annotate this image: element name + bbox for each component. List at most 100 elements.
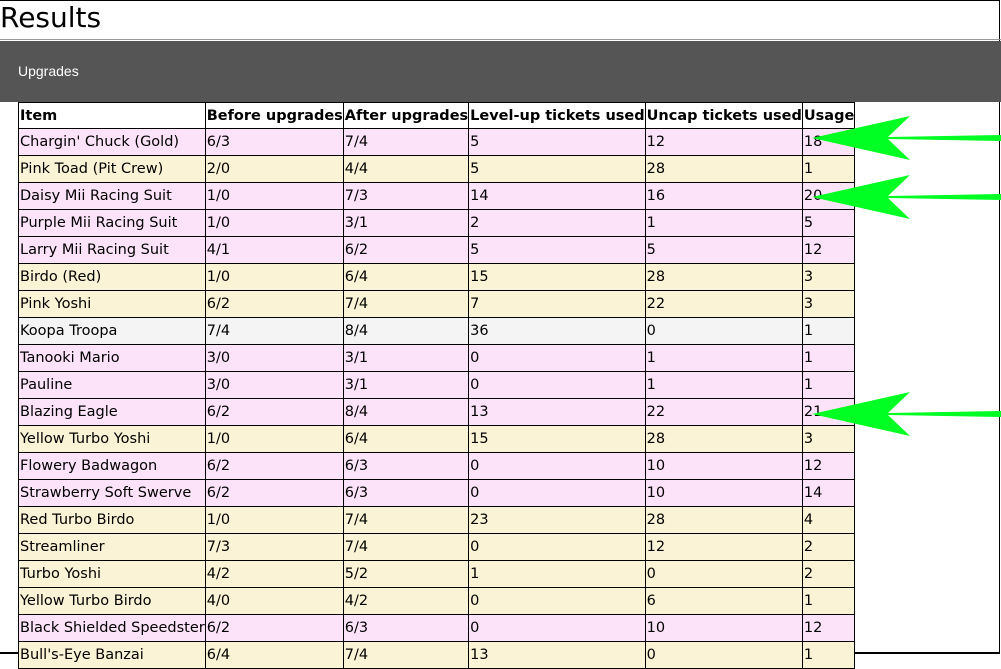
- table-row: Birdo (Red) 1/0 6/4 15 28 3: [18, 263, 856, 291]
- left-arrow-icon: [812, 392, 1001, 436]
- cell-uncap: 6: [644, 587, 803, 615]
- cell-before: 6/3: [204, 128, 344, 156]
- header-level-up-tickets: Level-up tickets used: [468, 102, 646, 129]
- cell-levelup: 0: [468, 479, 646, 507]
- cell-after: 3/1: [342, 344, 470, 372]
- cell-after: 7/4: [342, 506, 470, 534]
- cell-usage: 2: [801, 533, 856, 561]
- cell-before: 1/0: [204, 182, 344, 210]
- table-row: Pauline 3/0 3/1 0 1 1: [18, 371, 856, 399]
- cell-uncap: 1: [644, 344, 803, 372]
- cell-after: 6/4: [342, 425, 470, 453]
- cell-before: 6/2: [204, 479, 344, 507]
- cell-uncap: 28: [644, 155, 803, 183]
- cell-item: Larry Mii Racing Suit: [18, 236, 206, 264]
- table-row: Koopa Troopa 7/4 8/4 36 0 1: [18, 317, 856, 345]
- cell-item: Daisy Mii Racing Suit: [18, 182, 206, 210]
- cell-before: 1/0: [204, 209, 344, 237]
- table-row: Larry Mii Racing Suit 4/1 6/2 5 5 12: [18, 236, 856, 264]
- cell-levelup: 0: [468, 533, 646, 561]
- cell-levelup: 0: [468, 587, 646, 615]
- cell-item: Yellow Turbo Yoshi: [18, 425, 206, 453]
- cell-levelup: 7: [468, 290, 646, 318]
- cell-after: 3/1: [342, 371, 470, 399]
- table-row: Bull's-Eye Banzai 6/4 7/4 13 0 1: [18, 641, 856, 669]
- cell-item: Streamliner: [18, 533, 206, 561]
- cell-uncap: 1: [644, 209, 803, 237]
- cell-before: 1/0: [204, 425, 344, 453]
- table-row: Chargin' Chuck (Gold) 6/3 7/4 5 12 18: [18, 128, 856, 156]
- table-row: Tanooki Mario 3/0 3/1 0 1 1: [18, 344, 856, 372]
- cell-item: Tanooki Mario: [18, 344, 206, 372]
- table-row: Streamliner 7/3 7/4 0 12 2: [18, 533, 856, 561]
- cell-after: 3/1: [342, 209, 470, 237]
- cell-item: Black Shielded Speedster: [18, 614, 206, 642]
- cell-levelup: 1: [468, 560, 646, 588]
- cell-before: 7/3: [204, 533, 344, 561]
- cell-after: 6/3: [342, 614, 470, 642]
- cell-before: 1/0: [204, 263, 344, 291]
- cell-item: Bull's-Eye Banzai: [18, 641, 206, 669]
- table-row: Flowery Badwagon 6/2 6/3 0 10 12: [18, 452, 856, 480]
- cell-after: 7/4: [342, 533, 470, 561]
- cell-item: Yellow Turbo Birdo: [18, 587, 206, 615]
- cell-item: Red Turbo Birdo: [18, 506, 206, 534]
- table-row: Red Turbo Birdo 1/0 7/4 23 28 4: [18, 506, 856, 534]
- cell-uncap: 22: [644, 290, 803, 318]
- cell-before: 1/0: [204, 506, 344, 534]
- table-row: Yellow Turbo Yoshi 1/0 6/4 15 28 3: [18, 425, 856, 453]
- section-header[interactable]: Upgrades: [0, 41, 1001, 102]
- cell-usage: 1: [801, 641, 856, 669]
- cell-usage: 1: [801, 344, 856, 372]
- cell-usage: 2: [801, 560, 856, 588]
- cell-levelup: 2: [468, 209, 646, 237]
- cell-uncap: 10: [644, 479, 803, 507]
- cell-levelup: 5: [468, 155, 646, 183]
- cell-item: Chargin' Chuck (Gold): [18, 128, 206, 156]
- cell-before: 3/0: [204, 344, 344, 372]
- cell-item: Strawberry Soft Swerve: [18, 479, 206, 507]
- cell-item: Koopa Troopa: [18, 317, 206, 345]
- cell-uncap: 28: [644, 263, 803, 291]
- cell-uncap: 28: [644, 506, 803, 534]
- table-row: Black Shielded Speedster 6/2 6/3 0 10 12: [18, 614, 856, 642]
- section-title: Upgrades: [18, 63, 79, 79]
- cell-before: 2/0: [204, 155, 344, 183]
- header-before-upgrades: Before upgrades: [204, 102, 344, 129]
- cell-before: 7/4: [204, 317, 344, 345]
- cell-before: 3/0: [204, 371, 344, 399]
- cell-after: 8/4: [342, 398, 470, 426]
- cell-usage: 4: [801, 506, 856, 534]
- cell-after: 4/2: [342, 587, 470, 615]
- cell-after: 7/3: [342, 182, 470, 210]
- header-uncap-tickets: Uncap tickets used: [644, 102, 803, 129]
- cell-uncap: 0: [644, 317, 803, 345]
- cell-usage: 3: [801, 290, 856, 318]
- cell-levelup: 14: [468, 182, 646, 210]
- cell-after: 4/4: [342, 155, 470, 183]
- cell-before: 6/2: [204, 398, 344, 426]
- cell-uncap: 10: [644, 452, 803, 480]
- upgrades-table: Item Before upgrades After upgrades Leve…: [18, 102, 856, 669]
- arrow-shape: [812, 116, 1001, 160]
- cell-after: 6/4: [342, 263, 470, 291]
- cell-levelup: 0: [468, 452, 646, 480]
- cell-uncap: 22: [644, 398, 803, 426]
- cell-uncap: 12: [644, 128, 803, 156]
- cell-after: 6/3: [342, 479, 470, 507]
- cell-after: 7/4: [342, 641, 470, 669]
- arrow-shape: [812, 392, 1001, 436]
- table-row: Strawberry Soft Swerve 6/2 6/3 0 10 14: [18, 479, 856, 507]
- cell-after: 7/4: [342, 290, 470, 318]
- table-row: Pink Yoshi 6/2 7/4 7 22 3: [18, 290, 856, 318]
- cell-item: Birdo (Red): [18, 263, 206, 291]
- cell-usage: 12: [801, 452, 856, 480]
- arrow-shape: [812, 175, 1001, 219]
- cell-after: 6/3: [342, 452, 470, 480]
- cell-usage: 12: [801, 614, 856, 642]
- cell-usage: 1: [801, 587, 856, 615]
- left-arrow-icon: [812, 175, 1001, 219]
- cell-item: Turbo Yoshi: [18, 560, 206, 588]
- cell-item: Purple Mii Racing Suit: [18, 209, 206, 237]
- table-body: Chargin' Chuck (Gold) 6/3 7/4 5 12 18 Pink Toa…: [18, 128, 856, 669]
